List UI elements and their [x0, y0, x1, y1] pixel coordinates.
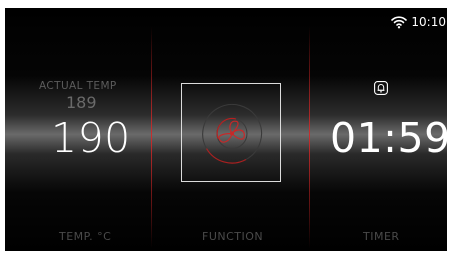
- fan-icon: [202, 103, 263, 164]
- divider-left: [151, 26, 152, 248]
- actual-temp-value: 189: [66, 93, 97, 112]
- wifi-icon: [391, 15, 408, 29]
- clock-time: 10:10: [411, 15, 446, 29]
- divider-right: [309, 26, 310, 248]
- set-temperature[interactable]: 190: [51, 114, 131, 162]
- timer-value[interactable]: 01:59: [330, 114, 451, 162]
- actual-temp-label: ACTUAL TEMP: [39, 80, 117, 92]
- oven-screen: 10:10 ACTUAL TEMP 189 190 01:59 TEMP. °C…: [0, 0, 451, 259]
- function-selector[interactable]: [181, 83, 281, 182]
- function-label: FUNCTION: [202, 230, 264, 243]
- timer-label: TIMER: [363, 230, 400, 243]
- bell-icon: [374, 80, 388, 95]
- temp-unit-label: TEMP. °C: [59, 230, 112, 243]
- status-bar: 10:10: [391, 14, 446, 30]
